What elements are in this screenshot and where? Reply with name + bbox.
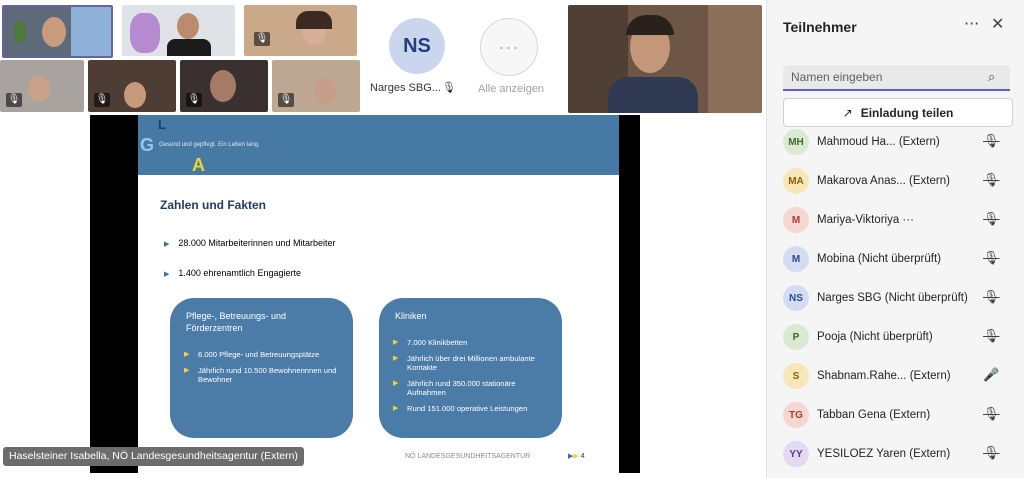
- video-tile-presenter[interactable]: [2, 5, 113, 58]
- participant-row[interactable]: YY YESILOEZ Yaren (Extern) 🎙: [783, 439, 1018, 469]
- participant-name: Narges SBG (Nicht überprüft): [817, 292, 968, 304]
- participant-name: Narges SBG...: [370, 82, 441, 94]
- box-item: ▶ Jährlich rund 10.500 Bewohnerinnen und …: [184, 365, 337, 385]
- microphone-muted-icon[interactable]: 🎙: [983, 290, 1000, 305]
- participant-avatar: M: [783, 207, 809, 233]
- box-item: ▶ Jährlich rund 350.000 stationäre Aufnah…: [393, 378, 516, 398]
- participant-avatar: S: [783, 363, 809, 389]
- presenter-name-tag: Haselsteiner Isabella, NÖ Landesgesundhe…: [3, 447, 304, 466]
- shared-screen: L G A Gesund und gepflegt. Ein Leben lan…: [90, 115, 640, 473]
- participant-avatar: P: [783, 324, 809, 350]
- participant-row[interactable]: TG Tabban Gena (Extern) 🎙: [783, 400, 1018, 430]
- video-tile-participant[interactable]: 🎙: [0, 60, 84, 112]
- participant-avatar: MH: [783, 129, 809, 155]
- participant-name: YESILOEZ Yaren (Extern): [817, 448, 951, 460]
- microphone-muted-icon: 🎙: [94, 93, 110, 107]
- microphone-muted-icon[interactable]: 🎙: [983, 134, 1000, 149]
- participant-name: Mobina (Nicht überprüft): [817, 253, 941, 265]
- share-invite-button[interactable]: ↗ Einladung teilen: [783, 98, 1013, 127]
- panel-title: Teilnehmer: [783, 19, 857, 35]
- info-box-care: Pflege-, Betreuungs- und Förderzentren ▶…: [170, 298, 353, 438]
- arrow-bullet-icon: ▶: [393, 339, 399, 346]
- microphone-muted-icon[interactable]: 🎙: [983, 446, 1000, 461]
- box-item: ▶ 7.000 Klinikbetten: [393, 338, 468, 347]
- participant-row[interactable]: NS Narges SBG (Nicht überprüft) 🎙: [783, 283, 1018, 313]
- video-tile-participant[interactable]: [122, 5, 235, 56]
- participant-row[interactable]: M Mobina (Nicht überprüft) 🎙: [783, 244, 1018, 274]
- search-icon[interactable]: ⌕: [988, 70, 995, 85]
- box-item: ▶ 6.000 Pflege- und Betreuungsplätze: [184, 350, 320, 359]
- microphone-muted-icon[interactable]: 🎙: [983, 329, 1000, 344]
- info-box-clinics: Kliniken ▶ 7.000 Klinikbetten ▶ Jährlich ü…: [379, 298, 562, 438]
- participant-name: Tabban Gena (Extern): [817, 409, 931, 421]
- box-title: Kliniken: [395, 311, 427, 321]
- arrow-bullet-icon: ▶: [184, 366, 190, 374]
- arrow-bullet-icon: ▶: [164, 241, 170, 248]
- participant-name: Mahmoud Ha... (Extern): [817, 136, 940, 148]
- participant-name: Shabnam.Rahe... (Extern): [817, 370, 951, 382]
- participant-avatar[interactable]: NS: [389, 18, 445, 74]
- microphone-muted-icon: 🎙: [186, 93, 202, 107]
- video-tile-participant[interactable]: 🎙: [180, 60, 268, 112]
- microphone-muted-icon: 🎙: [6, 93, 22, 107]
- participants-panel: Teilnehmer ··· ✕ ⌕ ↗ Einladung teilen MH…: [766, 0, 1024, 478]
- box-title: Pflege-, Betreuungs- und Förderzentren: [186, 311, 287, 333]
- participant-row[interactable]: S Shabnam.Rahe... (Extern) 🎤: [783, 361, 1018, 391]
- participant-name: Mariya-Viktoriya ···: [817, 214, 914, 226]
- participant-avatar: NS: [783, 285, 809, 311]
- logo-letter: G: [140, 135, 155, 155]
- slide-title: Zahlen und Fakten: [160, 198, 267, 212]
- microphone-muted-icon[interactable]: 🎙: [983, 251, 1000, 266]
- microphone-muted-icon: 🎙: [254, 32, 270, 46]
- participant-row[interactable]: P Pooja (Nicht überprüft) 🎙: [783, 322, 1018, 352]
- participant-name: Pooja (Nicht überprüft): [817, 331, 933, 343]
- microphone-muted-icon[interactable]: 🎙: [983, 407, 1000, 422]
- participant-row[interactable]: MA Makarova Anas... (Extern) 🎙: [783, 166, 1018, 196]
- arrow-bullet-icon: ▶: [393, 354, 399, 362]
- logo-letter: A: [192, 155, 205, 175]
- arrow-bullet-icon: ▶: [393, 379, 399, 387]
- microphone-icon[interactable]: 🎤: [983, 368, 999, 383]
- arrow-bullet-icon: ▶: [184, 351, 190, 358]
- show-all-button[interactable]: ···: [480, 18, 538, 76]
- participant-row[interactable]: MH Mahmoud Ha... (Extern) 🎙: [783, 127, 1018, 157]
- slide-bullet: ▶ 1.400 ehrenamtlich Engagierte: [164, 268, 301, 278]
- meeting-stage: 🎙 🎙 🎙 🎙 🎙 NS Narges SBG... 🎙 ··· Alle an…: [0, 0, 766, 478]
- logo-mark-icon: ▶: [573, 453, 579, 460]
- participant-name: Makarova Anas... (Extern): [817, 175, 950, 187]
- participant-row[interactable]: M Mariya-Viktoriya ··· 🎙: [783, 205, 1018, 235]
- more-options-icon[interactable]: ···: [964, 14, 979, 33]
- participant-avatar: TG: [783, 402, 809, 428]
- presentation-slide: L G A Gesund und gepflegt. Ein Leben lan…: [138, 115, 619, 473]
- microphone-muted-icon: 🎙: [442, 81, 456, 94]
- logo-letter: L: [158, 117, 166, 132]
- show-all-label: Alle anzeigen: [478, 83, 545, 95]
- microphone-muted-icon: 🎙: [278, 93, 294, 107]
- share-icon: ↗: [842, 105, 853, 120]
- microphone-muted-icon[interactable]: 🎙: [983, 173, 1000, 188]
- box-item: ▶ Jährlich über drei Millionen ambulante …: [393, 353, 535, 373]
- box-item: ▶ Rund 151.000 operative Leistungen: [393, 403, 528, 413]
- share-invite-label: Einladung teilen: [860, 105, 954, 120]
- slide-footer: NÖ LANDESGESUNDHEITSAGENTUR: [405, 453, 531, 460]
- arrow-bullet-icon: ▶: [393, 404, 399, 412]
- participant-avatar: MA: [783, 168, 809, 194]
- video-tile-participant[interactable]: 🎙: [244, 5, 357, 56]
- slide-page-number: ▶▶ 4: [568, 453, 585, 460]
- arrow-bullet-icon: ▶: [164, 271, 170, 278]
- close-icon[interactable]: ✕: [991, 14, 1004, 33]
- video-tile-participant[interactable]: 🎙: [272, 60, 360, 112]
- video-tile-participant[interactable]: 🎙: [88, 60, 176, 112]
- slide-bullet: ▶ 28.000 Mitarbeiterinnen und Mitarbeiter: [164, 238, 336, 248]
- slide-header: L G A Gesund und gepflegt. Ein Leben lan…: [138, 115, 619, 175]
- microphone-muted-icon[interactable]: 🎙: [983, 212, 1000, 227]
- participant-avatar: M: [783, 246, 809, 272]
- slide-tagline: Gesund und gepflegt. Ein Leben lang.: [159, 142, 260, 148]
- search-input[interactable]: [783, 65, 1010, 91]
- participant-avatar: YY: [783, 441, 809, 467]
- video-tile-speaker[interactable]: [568, 5, 762, 113]
